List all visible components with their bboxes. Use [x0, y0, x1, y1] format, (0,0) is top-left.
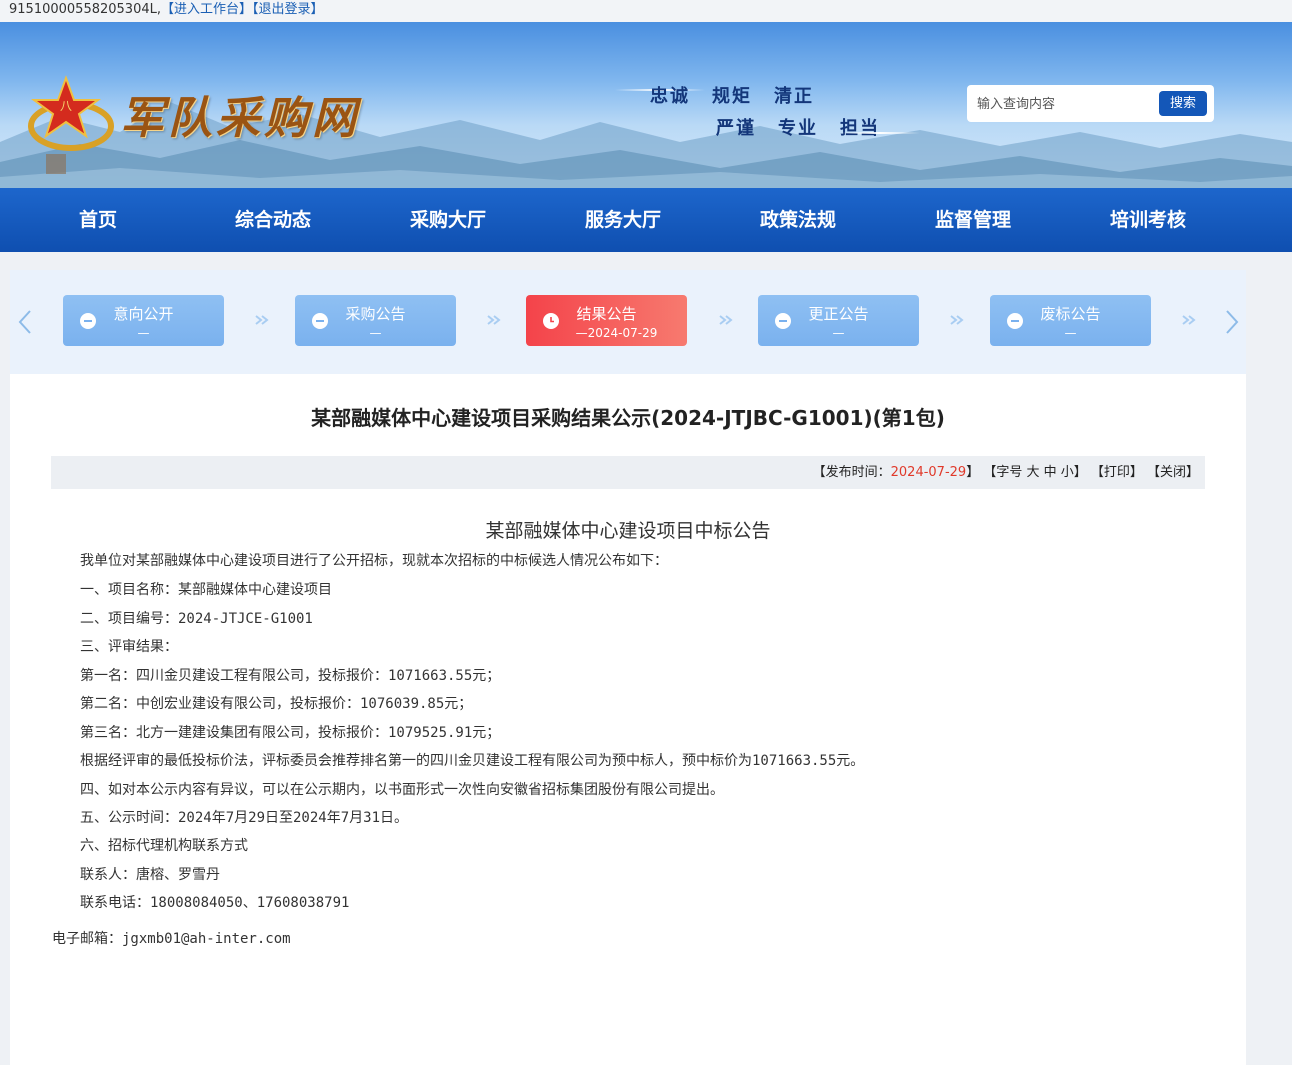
nav-item-home[interactable]: 首页 — [79, 188, 117, 252]
article-paragraph: 第一名：四川金贝建设工程有限公司，投标报价：1071663.55元； — [80, 668, 501, 684]
article-meta-bar: 【发布时间：2024-07-29】 【字号 大 中 小】 【打印】 【关闭】 — [51, 456, 1205, 489]
article-title: 某部融媒体中心建设项目采购结果公示(2024-JTJBC-G1001)(第1包) — [311, 406, 945, 430]
svg-text:八: 八 — [60, 99, 72, 113]
step-date: —2024-07-29 — [575, 326, 658, 340]
meta-actions[interactable]: 】 【字号 大 中 小】 【打印】 【关闭】 — [966, 465, 1199, 480]
article-paragraph: 一、项目名称：某部融媒体中心建设项目 — [80, 582, 332, 598]
site-logo-text: 军队采购网 — [120, 93, 360, 144]
slogan-row-2: 严谨 专业 担当 — [716, 114, 902, 140]
slogan-word: 严谨 — [716, 118, 756, 139]
step-label: 意向公开 — [113, 305, 174, 323]
chevron-left-icon[interactable] — [15, 308, 35, 336]
main-nav: 首页 综合动态 采购大厅 服务大厅 政策法规 监督管理 培训考核 — [0, 188, 1292, 252]
slogan-word: 忠诚 — [650, 86, 690, 107]
meta-prefix: 【发布时间： — [812, 465, 891, 480]
slogan-row-1: 忠诚 规矩 清正 — [650, 82, 836, 108]
article-paragraph: 二、项目编号：2024-JTJCE-G1001 — [80, 611, 313, 627]
step-date: — — [369, 326, 382, 340]
slogan-word: 担当 — [840, 118, 880, 139]
slogan-word: 规矩 — [712, 86, 752, 107]
nav-item-procurement-hall[interactable]: 采购大厅 — [410, 188, 486, 252]
article-paragraph: 三、评审结果： — [80, 639, 178, 655]
step-label: 采购公告 — [345, 305, 406, 323]
nav-item-news[interactable]: 综合动态 — [235, 188, 311, 252]
double-chevron-right-icon — [255, 315, 269, 325]
step-intent-public[interactable]: 意向公开 — — [63, 295, 224, 346]
double-chevron-right-icon — [950, 315, 964, 325]
nav-item-service-hall[interactable]: 服务大厅 — [585, 188, 661, 252]
logout-link[interactable]: 【退出登录】 — [252, 2, 324, 17]
article-paragraph: 六、招标代理机构联系方式 — [80, 838, 248, 854]
enter-workbench-link[interactable]: 【进入工作台】 — [161, 2, 252, 17]
step-label: 更正公告 — [808, 305, 869, 323]
search-button[interactable]: 搜索 — [1159, 91, 1207, 116]
slogan-word: 专业 — [778, 118, 818, 139]
step-label: 废标公告 — [1040, 305, 1101, 323]
top-account-bar: 91510000558205304L,【进入工作台】【退出登录】 — [0, 0, 1292, 22]
step-result-notice[interactable]: 结果公告 —2024-07-29 — [526, 295, 687, 346]
account-id: 91510000558205304L, — [9, 2, 161, 17]
step-date: — — [137, 326, 150, 340]
double-chevron-right-icon — [1182, 315, 1196, 325]
nav-item-training[interactable]: 培训考核 — [1110, 188, 1186, 252]
double-chevron-right-icon — [719, 315, 733, 325]
article-paragraph: 根据经评审的最低投标价法，评标委员会推荐排名第一的四川金贝建设工程有限公司为预中… — [80, 753, 865, 769]
step-date: — — [1064, 326, 1077, 340]
slogan-word: 清正 — [774, 86, 814, 107]
article-paragraph: 联系电话：18008084050、17608038791 — [80, 895, 350, 911]
content-panel: 意向公开 — 采购公告 — 结果公告 —2024-07-29 更正公告 — 废标… — [10, 270, 1246, 1065]
army-star-emblem: 八 — [28, 75, 114, 151]
contact-email: 电子邮箱：jgxmb01@ah-inter.com — [52, 931, 291, 947]
search-input[interactable] — [977, 93, 1157, 115]
step-date: — — [832, 326, 845, 340]
double-chevron-right-icon — [487, 315, 501, 325]
search-box: 搜索 — [967, 85, 1214, 122]
nav-item-policy[interactable]: 政策法规 — [760, 188, 836, 252]
chevron-right-icon[interactable] — [1222, 308, 1242, 336]
article-paragraph: 四、如对本公示内容有异议，可以在公示期内，以书面形式一次性向安徽省招标集团股份有… — [80, 782, 724, 798]
site-banner: 八 军队采购网 忠诚 规矩 清正 严谨 专业 担当 搜索 — [0, 22, 1292, 188]
announcement-steps: 意向公开 — 采购公告 — 结果公告 —2024-07-29 更正公告 — 废标… — [10, 270, 1246, 374]
article-paragraph: 我单位对某部融媒体中心建设项目进行了公开招标，现就本次招标的中标候选人情况公布如… — [80, 553, 668, 569]
slogan-streak — [840, 132, 920, 134]
step-label: 结果公告 — [576, 305, 637, 323]
nav-item-supervision[interactable]: 监督管理 — [935, 188, 1011, 252]
article-paragraph: 联系人：唐榕、罗雪丹 — [80, 867, 220, 883]
article-paragraph: 第二名：中创宏业建设有限公司，投标报价：1076039.85元； — [80, 696, 473, 712]
step-abandoned-notice[interactable]: 废标公告 — — [990, 295, 1151, 346]
article-subtitle: 某部融媒体中心建设项目中标公告 — [485, 520, 771, 542]
step-correction-notice[interactable]: 更正公告 — — [758, 295, 919, 346]
publish-date: 2024-07-29 — [890, 465, 967, 480]
step-procurement-notice[interactable]: 采购公告 — — [295, 295, 456, 346]
article-paragraph: 第三名：北方一建建设集团有限公司，投标报价：1079525.91元； — [80, 725, 501, 741]
article-paragraph: 五、公示时间：2024年7月29日至2024年7月31日。 — [80, 810, 409, 826]
